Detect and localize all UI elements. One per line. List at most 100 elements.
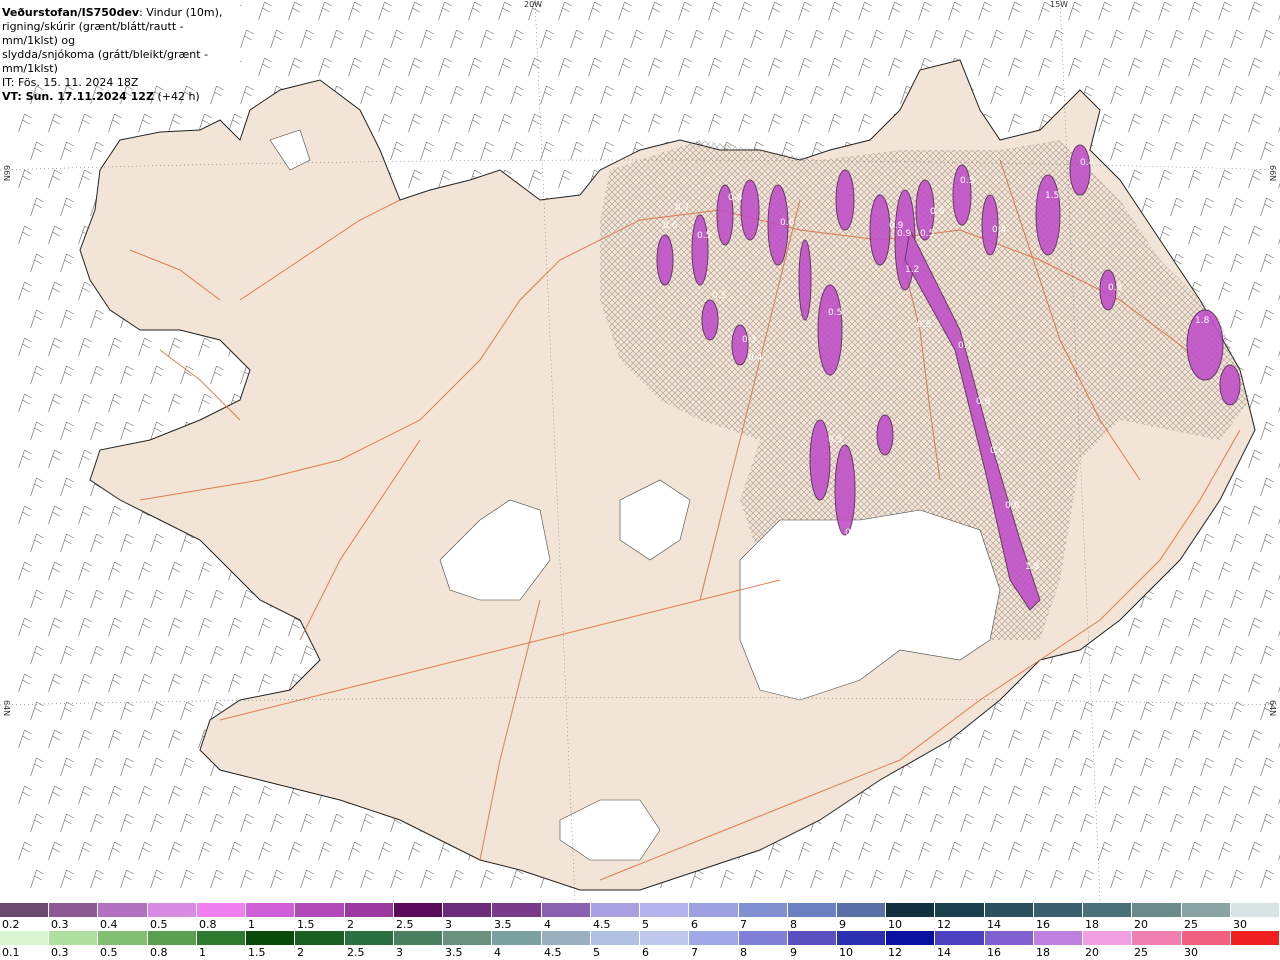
legend-swatch [393,903,444,917]
legend-swatch [0,931,50,945]
lead-time: (+42 h) [157,90,200,103]
legend-swatch [1033,931,1084,945]
legend-tick-label: 12 [888,946,902,959]
legend-swatch [836,903,887,917]
legend-tick-label: 0.4 [100,918,118,931]
title-desc1: : Vindur (10m), [139,6,223,19]
legend-tick-label: 16 [1036,918,1050,931]
legend-swatch [295,931,345,945]
legend-tick-label: 3 [445,918,452,931]
legend-tick-label: 25 [1134,946,1148,959]
legend-swatch [689,903,739,917]
legend-swatch [1230,931,1280,945]
legend-tick-label: 30 [1184,946,1198,959]
precip-value-label: 1.8 [1195,316,1210,326]
legend-swatch [787,903,837,917]
precip-value-label: 0.4 [845,528,860,538]
legend-tick-label: 7 [691,946,698,959]
legend-tick-label: 5 [593,946,600,959]
legend-swatch [196,931,247,945]
precip-value-label: 1.8 [1025,562,1040,572]
lat-label-64n-right: 64N [1268,700,1277,717]
legend-swatch [246,931,296,945]
legend-swatch [1083,903,1133,917]
legend-tick-label: 0.8 [199,918,217,931]
legend-swatch [295,903,345,917]
legend-swatch [886,903,936,917]
init-time: IT: Fös. 15. 11. 2024 18Z [2,76,139,89]
precip-value-label: 0.4 [992,225,1007,235]
precip-value-label: 0.5 [697,231,711,241]
iceland-weather-map: 0.6 0.7 0.5 0.8 0.6 0.3 0.5 0.4 1.2 0.9 0.5 0.6 0.4 0… [0,0,1280,900]
legend-swatch [1033,903,1084,917]
rain-legend-ticks: 0.1 0.3 0.5 0.8 1 1.5 2 2.5 3 3.5 4 4.5 5 6 7 8 9 10 12 14 1… [0,946,1280,959]
precip-value-label: 0.6 [930,207,945,217]
brand-title: Veðurstofan/IS750dev [2,6,140,19]
snow-legend-ticks: 0.2 0.3 0.4 0.5 0.8 1 1.5 2 2.5 3 3.5 4 4.5 5 6 7 8 9 10 12… [0,918,1280,931]
precip-value-label: 0.5 [828,308,842,318]
legend-tick-label: 3.5 [494,918,512,931]
legend-tick-label: 10 [839,946,853,959]
legend-swatch [640,931,690,945]
lat-label-64n-left: 64N [2,700,11,717]
legend-tick-label: 8 [790,918,797,931]
legend-swatch [1181,931,1231,945]
rain-legend-bar [0,931,1280,945]
legend-tick-label: 9 [839,918,846,931]
legend-tick-label: 18 [1036,946,1050,959]
legend-swatch [147,931,197,945]
legend-tick-label: 16 [987,946,1001,959]
legend-swatch [49,931,99,945]
precip-value-label: 0.6 [663,221,678,231]
legend-swatch [590,931,641,945]
precip-value-label: 0.7 [675,203,689,213]
legend-tick-label: 18 [1085,918,1099,931]
legend-tick-label: 5 [642,918,649,931]
map-title-box: Veðurstofan/IS750dev: Vindur (10m), rign… [0,0,240,103]
legend-swatch [984,931,1034,945]
title-desc2: rigning/skúrir (grænt/blátt/rautt - mm/1… [2,20,184,47]
precip-value-label: 0.9 [889,221,904,231]
precip-value-label: 0.5 [1108,283,1122,293]
precip-value-label: 0.6 [976,397,991,407]
legend-tick-label: 1 [248,918,255,931]
title-desc3: slydda/snjókoma (grátt/bleikt/grænt - mm… [2,48,209,75]
legend-swatch [935,931,985,945]
legend-tick-label: 20 [1085,946,1099,959]
legend-tick-label: 14 [987,918,1001,931]
legend-tick-label: 1 [199,946,206,959]
legend-tick-label: 2.5 [396,918,414,931]
legend-tick-label: 1.5 [297,918,315,931]
legend-tick-label: 0.8 [150,946,168,959]
legend-tick-label: 2 [297,946,304,959]
legend-tick-label: 0.2 [2,918,20,931]
precip-value-label: 0.5 [920,229,934,239]
legend-swatch [393,931,444,945]
lon-label-15w: 15W [1050,0,1069,9]
legend-tick-label: 4 [544,918,551,931]
legend-tick-label: 0.3 [51,946,69,959]
legend-tick-label: 14 [937,946,951,959]
legend-tick-label: 4 [494,946,501,959]
precip-value-label: 1.5 [1045,191,1059,201]
precip-value-label: 0.6 [780,218,795,228]
legend-swatch [1132,903,1182,917]
precip-value-label: 0.4 [1080,158,1095,168]
legend-swatch [590,903,641,917]
legend-swatch [738,903,788,917]
legend-tick-label: 8 [740,946,747,959]
legend-tick-label: 0.5 [100,946,118,959]
legend-swatch [98,931,148,945]
legend-swatch [886,931,936,945]
legend-swatch [492,903,542,917]
legend-tick-label: 4.5 [544,946,562,959]
snow-legend-bar [0,903,1280,917]
legend-tick-label: 0.3 [51,918,69,931]
legend-swatch [49,903,99,917]
legend-swatch [344,931,394,945]
legend-swatch [1181,903,1231,917]
precip-value-label: 0.6 [1005,501,1020,511]
legend-swatch [344,903,394,917]
legend-tick-label: 6 [642,946,649,959]
precip-value-label: 0.5 [917,320,931,330]
